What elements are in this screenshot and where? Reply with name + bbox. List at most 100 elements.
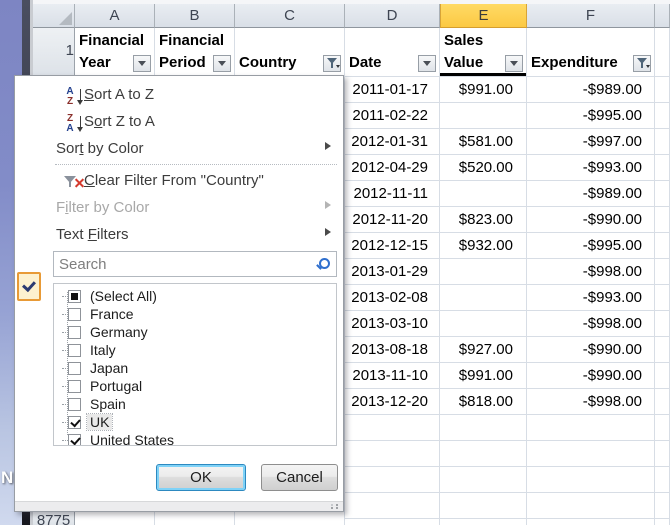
cell[interactable] [655,363,670,389]
cell-date[interactable]: 2013-08-18 [345,337,440,363]
menu-item-sort-by-color[interactable]: Sort by Color [15,135,343,162]
header-cell-country[interactable]: Country [235,28,345,77]
cell[interactable] [655,285,670,311]
column-letter-d[interactable]: D [345,4,440,28]
filter-list-item-select-all[interactable]: (Select All) [54,287,336,305]
filter-applied-button-c[interactable] [323,55,341,72]
cell-sales[interactable] [440,519,527,525]
cell-date[interactable]: 2012-04-29 [345,155,440,181]
cell-date[interactable]: 2012-01-31 [345,129,440,155]
cell-date[interactable]: 2011-02-22 [345,103,440,129]
cell-sales[interactable]: $520.00 [440,155,527,181]
ok-button[interactable]: OK [156,464,246,491]
cell[interactable] [655,389,670,415]
filter-list-item-france[interactable]: France [54,305,336,323]
cell-sales[interactable] [440,103,527,129]
resize-grip-icon[interactable] [336,504,338,506]
cell[interactable] [655,311,670,337]
menu-item-sort-a-to-z[interactable]: AZSort A to Z [15,81,343,108]
cell-expenditure[interactable]: -$993.00 [527,155,655,181]
cell-date[interactable] [345,519,440,525]
column-letter-f[interactable]: F [527,4,655,28]
checkbox[interactable] [68,380,81,393]
cell-date[interactable]: 2012-11-11 [345,181,440,207]
cell-expenditure[interactable]: -$990.00 [527,337,655,363]
cell-expenditure[interactable]: -$989.00 [527,77,655,103]
cell-sales[interactable] [440,441,527,467]
checkbox[interactable] [68,362,81,375]
cell[interactable] [75,512,155,525]
header-cell-financial-period[interactable]: FinancialPeriod [155,28,235,77]
cell-date[interactable] [345,441,440,467]
cell[interactable] [655,181,670,207]
cell-sales[interactable]: $927.00 [440,337,527,363]
filter-dropdown-button-d[interactable] [418,55,436,72]
cell-date[interactable]: 2012-11-20 [345,207,440,233]
header-cell-financial-year[interactable]: FinancialYear [75,28,155,77]
filter-list-item-united-states[interactable]: United States [54,431,336,446]
cell-sales[interactable] [440,181,527,207]
cell[interactable] [655,337,670,363]
column-letter-e[interactable]: E [440,4,527,28]
cell[interactable] [655,519,670,525]
row-header[interactable]: 1 [33,28,75,77]
cell[interactable] [235,512,345,525]
cell-expenditure[interactable] [527,441,655,467]
cell[interactable] [655,467,670,493]
cell-expenditure[interactable]: -$995.00 [527,103,655,129]
filter-list-item-germany[interactable]: Germany [54,323,336,341]
cell-expenditure[interactable] [527,415,655,441]
cell-date[interactable]: 2013-03-10 [345,311,440,337]
column-letter-b[interactable]: B [155,4,235,28]
cell-date[interactable]: 2013-11-10 [345,363,440,389]
checkbox[interactable] [68,308,81,321]
cell-date[interactable]: 2013-02-08 [345,285,440,311]
cell-date[interactable] [345,415,440,441]
cell-date[interactable]: 2013-12-20 [345,389,440,415]
menu-item-sort-z-to-a[interactable]: ZASort Z to A [15,108,343,135]
cell[interactable] [655,441,670,467]
floating-check-button[interactable] [17,272,41,301]
cell-sales[interactable]: $991.00 [440,363,527,389]
filter-applied-button-f[interactable] [633,55,651,72]
cell[interactable] [655,77,670,103]
header-cell-sales-value[interactable]: SalesValue [440,28,527,77]
filter-list-item-japan[interactable]: Japan [54,359,336,377]
cell-expenditure[interactable]: -$990.00 [527,207,655,233]
checkbox[interactable] [68,398,81,411]
header-cell-empty[interactable] [655,28,670,77]
cell-expenditure[interactable]: -$989.00 [527,181,655,207]
cell-expenditure[interactable]: -$998.00 [527,311,655,337]
cell[interactable] [655,415,670,441]
header-cell-date[interactable]: Date [345,28,440,77]
filter-list-item-portugal[interactable]: Portugal [54,377,336,395]
filter-list-item-uk[interactable]: UK [54,413,336,431]
cell-expenditure[interactable]: -$993.00 [527,285,655,311]
menu-item-clear-filter[interactable]: Clear Filter From "Country" [15,167,343,194]
cell[interactable] [655,103,670,129]
cell-date[interactable] [345,467,440,493]
column-letter-c[interactable]: C [235,4,345,28]
menu-item-text-filters[interactable]: Text Filters [15,221,343,248]
cell-date[interactable]: 2011-01-17 [345,77,440,103]
cell-date[interactable]: 2012-12-15 [345,233,440,259]
cell-expenditure[interactable] [527,519,655,525]
cell-sales[interactable]: $581.00 [440,129,527,155]
cell-sales[interactable] [440,285,527,311]
checkbox[interactable] [68,416,81,429]
cell[interactable] [655,493,670,519]
checkbox[interactable] [68,344,81,357]
cell-sales[interactable] [440,467,527,493]
cancel-button[interactable]: Cancel [261,464,338,491]
cell-sales[interactable] [440,311,527,337]
cell[interactable] [655,207,670,233]
checkbox[interactable] [68,434,81,447]
cell-sales[interactable] [440,259,527,285]
filter-dropdown-button-e[interactable] [505,55,523,72]
checkbox[interactable] [68,290,81,303]
cell-sales[interactable] [440,493,527,519]
search-input[interactable] [54,252,336,276]
filter-dropdown-button-a[interactable] [133,55,151,72]
column-letter-a[interactable]: A [75,4,155,28]
cell[interactable] [155,512,235,525]
